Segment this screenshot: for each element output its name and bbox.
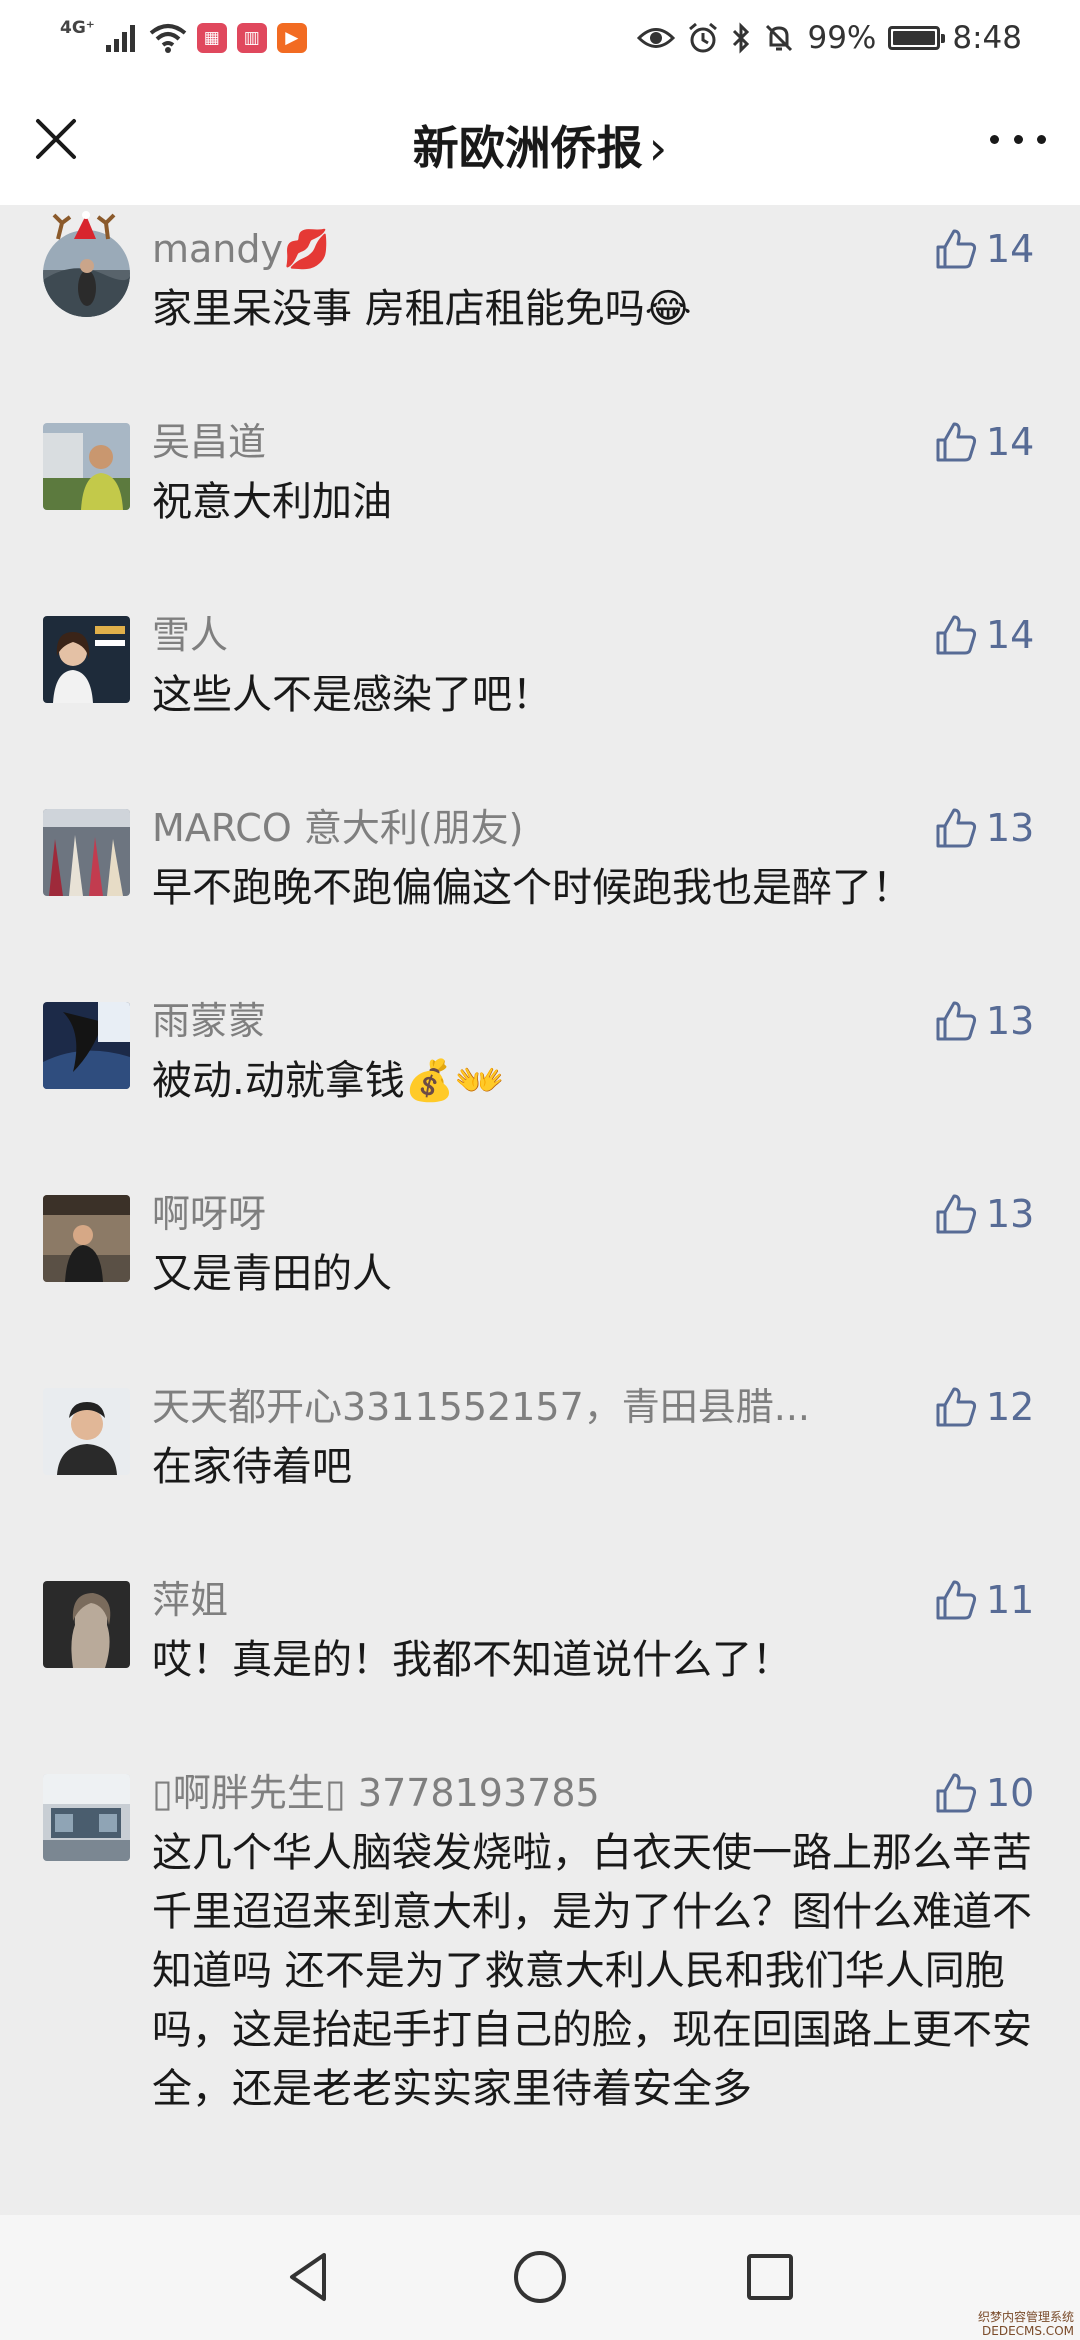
comment-text: 在家待着吧: [152, 1444, 352, 1490]
mute-icon: [766, 24, 793, 52]
like-button[interactable]: 12: [934, 1385, 1042, 1429]
more-icon-dot: [1037, 135, 1046, 144]
comment-author[interactable]: 啊呀呀: [152, 1190, 862, 1238]
watermark-line: 织梦内容管理系统: [977, 2310, 1074, 2324]
account-name: 新欧洲侨报: [412, 121, 643, 175]
comment-list[interactable]: mandy💋 家里呆没事 房租店租能免吗😂 14 吴昌道 祝意大利加油 14 雪…: [0, 205, 1080, 2215]
thumbs-up-icon: [936, 229, 977, 269]
thumbs-up-icon: [936, 1580, 977, 1620]
like-count: 11: [986, 1578, 1035, 1622]
avatar[interactable]: [43, 1581, 130, 1668]
avatar[interactable]: [43, 809, 130, 896]
thumbs-up-icon: [936, 615, 977, 655]
comment-author[interactable]: 天天都开心3311552157，青田县腊...: [152, 1383, 862, 1431]
like-count: 14: [986, 420, 1035, 464]
home-button[interactable]: [508, 2245, 572, 2309]
status-left: 4G⁺ ▦ ▥ ▶: [60, 16, 307, 60]
recents-button[interactable]: [738, 2245, 802, 2309]
thumbs-up-icon: [936, 1773, 977, 1813]
comment-text: 早不跑晚不跑偏偏这个时候跑我也是醉了！: [152, 865, 912, 911]
back-button[interactable]: [278, 2245, 342, 2309]
comment-author[interactable]: 雪人: [152, 611, 862, 659]
alarm-icon: [689, 22, 718, 53]
thumbs-up-icon: [936, 422, 977, 462]
more-icon-dot: [1013, 135, 1023, 144]
comment-author[interactable]: mandy💋: [152, 225, 862, 273]
wifi-icon: [149, 24, 187, 53]
clock: 8:48: [952, 20, 1022, 56]
eye-icon: [637, 28, 676, 48]
battery-fill: [893, 31, 936, 45]
thumbs-up-icon: [936, 1387, 977, 1427]
back-triangle-icon: [290, 2253, 326, 2301]
battery-icon: [888, 26, 946, 50]
like-button[interactable]: 13: [934, 806, 1042, 850]
like-count: 13: [986, 999, 1035, 1043]
avatar[interactable]: [43, 616, 130, 703]
comment-text: 哎！真是的！我都不知道说什么了！: [152, 1637, 792, 1683]
comment-author[interactable]: 吴昌道: [152, 418, 862, 466]
signal-icon: [105, 25, 135, 52]
watermark-line: DEDECMS.COM: [982, 2324, 1074, 2338]
account-title[interactable]: 新欧洲侨报 ›: [0, 112, 1080, 178]
like-button[interactable]: 14: [934, 227, 1042, 271]
like-button[interactable]: 13: [934, 1192, 1042, 1236]
like-button[interactable]: 14: [934, 613, 1042, 657]
comment-text: 家里呆没事 房租店租能免吗😂: [152, 286, 692, 332]
like-count: 13: [986, 1192, 1035, 1236]
more-button[interactable]: [990, 135, 1046, 147]
chevron-right-icon: ›: [648, 121, 668, 175]
avatar[interactable]: [43, 1388, 130, 1475]
thumbs-up-icon: [936, 1194, 977, 1234]
comment-author[interactable]: MARCO 意大利(朋友): [152, 804, 862, 852]
like-button[interactable]: 10: [934, 1771, 1042, 1815]
like-count: 13: [986, 806, 1035, 850]
comment-author[interactable]: 萍姐: [152, 1576, 862, 1624]
like-button[interactable]: 14: [934, 420, 1042, 464]
system-nav-bar: 织梦内容管理系统 DEDECMS.COM: [0, 2215, 1080, 2340]
comment-author[interactable]: ▯啊胖先生▯ 3778193785: [152, 1769, 862, 1817]
comment-author[interactable]: 雨蒙蒙: [152, 997, 862, 1045]
calendar-app-icon: ▦: [196, 23, 227, 53]
avatar[interactable]: [43, 423, 130, 510]
watermark: 织梦内容管理系统 DEDECMS.COM: [978, 2310, 1074, 2338]
comment-text: 这几个华人脑袋发烧啦，白衣天使一路上那么辛苦 千里迢迢来到意大利，是为了什么？图…: [152, 1830, 1032, 2112]
like-button[interactable]: 13: [934, 999, 1042, 1043]
like-count: 10: [986, 1771, 1035, 1815]
like-count: 14: [986, 227, 1035, 271]
network-type: 4G⁺: [60, 18, 95, 38]
like-count: 14: [986, 613, 1035, 657]
avatar[interactable]: [43, 1195, 130, 1282]
avatar[interactable]: [43, 1002, 130, 1089]
comment-text: 这些人不是感染了吧！: [152, 672, 552, 718]
comment-text: 祝意大利加油: [152, 479, 392, 525]
comment-text: 又是青田的人: [152, 1251, 392, 1297]
top-bar: 新欧洲侨报 ›: [0, 75, 1080, 205]
recents-square-icon: [747, 2254, 793, 2300]
battery-percent: 99%: [807, 20, 877, 56]
book-app-icon: ▥: [236, 23, 267, 53]
bluetooth-icon: [733, 22, 750, 54]
status-bar: 4G⁺ ▦ ▥ ▶ 99% 8:48: [0, 0, 1080, 75]
antler-hat-icon: [52, 211, 116, 240]
thumbs-up-icon: [936, 1001, 977, 1041]
like-button[interactable]: 11: [934, 1578, 1042, 1622]
more-icon-dot: [990, 135, 999, 144]
thumbs-up-icon: [936, 808, 977, 848]
avatar[interactable]: [43, 1774, 130, 1861]
video-app-icon: ▶: [276, 23, 307, 53]
home-circle-icon: [514, 2251, 566, 2303]
like-count: 12: [986, 1385, 1035, 1429]
status-right: 99% 8:48: [637, 16, 1022, 60]
comment-text: 被动.动就拿钱💰👐: [152, 1058, 505, 1104]
